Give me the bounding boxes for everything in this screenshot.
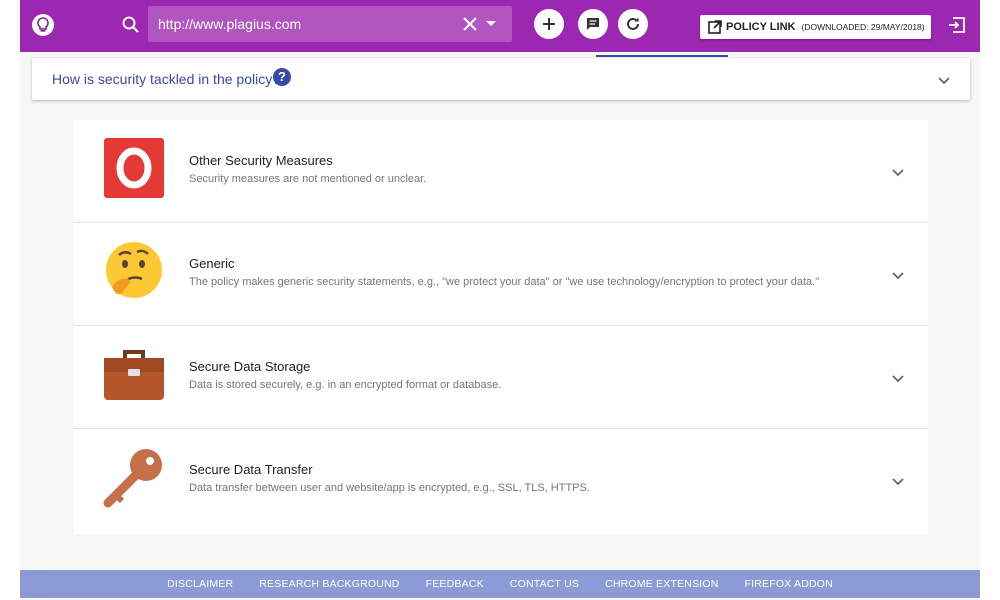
chevron-down-icon[interactable]	[892, 267, 904, 285]
footer-link-feedback[interactable]: FEEDBACK	[413, 578, 497, 590]
comment-icon	[587, 18, 599, 30]
key-icon	[102, 445, 166, 509]
top-bar: POLICY LINK (DOWNLOADED: 29/MAY/2018)	[20, 0, 980, 52]
item-description: Data is stored securely, e.g. in an encr…	[189, 379, 502, 391]
exit-icon[interactable]	[948, 16, 966, 34]
tab-indicator	[596, 55, 728, 57]
footer-bar: DISCLAIMER RESEARCH BACKGROUND FEEDBACK …	[20, 570, 980, 598]
list-item[interactable]: Secure Data Transfer Data transfer betwe…	[74, 429, 928, 532]
footer-link-chrome-extension[interactable]: CHROME EXTENSION	[592, 578, 731, 590]
chevron-down-icon[interactable]	[892, 473, 904, 491]
item-description: The policy makes generic security statem…	[189, 276, 820, 288]
help-icon[interactable]: ?	[273, 68, 291, 86]
item-description: Data transfer between user and website/a…	[189, 482, 590, 494]
footer-link-disclaimer[interactable]: DISCLAIMER	[154, 578, 246, 590]
item-description: Security measures are not mentioned or u…	[189, 173, 427, 185]
clear-icon[interactable]	[462, 16, 478, 32]
refresh-icon	[627, 17, 639, 30]
thinking-face-icon	[102, 239, 166, 303]
plus-icon	[543, 18, 555, 30]
question-panel[interactable]: How is security tackled in the policy? ?	[32, 58, 970, 100]
search-icon[interactable]	[121, 15, 141, 35]
item-title: Generic	[189, 256, 235, 271]
chevron-down-icon[interactable]	[938, 72, 950, 90]
chevron-down-icon[interactable]	[892, 164, 904, 182]
url-input[interactable]	[158, 6, 448, 42]
add-button[interactable]	[534, 9, 564, 39]
lightbulb-icon[interactable]	[32, 14, 54, 36]
question-text: How is security tackled in the policy?	[52, 71, 280, 87]
list-item[interactable]: Secure Data Storage Data is stored secur…	[74, 326, 928, 429]
url-search-box	[148, 6, 512, 42]
dropdown-arrow-icon[interactable]	[486, 21, 496, 26]
chevron-down-icon[interactable]	[892, 370, 904, 388]
downloaded-date: (DOWNLOADED: 29/MAY/2018)	[801, 22, 925, 32]
list-item[interactable]: Other Security Measures Security measure…	[74, 120, 928, 223]
refresh-button[interactable]	[618, 9, 648, 39]
item-title: Other Security Measures	[189, 153, 333, 168]
footer-link-contact-us[interactable]: CONTACT US	[497, 578, 592, 590]
item-title: Secure Data Storage	[189, 359, 311, 374]
red-o-icon	[102, 136, 166, 200]
item-title: Secure Data Transfer	[189, 462, 313, 477]
policy-link-button[interactable]: POLICY LINK (DOWNLOADED: 29/MAY/2018)	[700, 15, 931, 39]
policy-link-label: POLICY LINK	[726, 21, 796, 33]
list-item[interactable]: Generic The policy makes generic securit…	[74, 223, 928, 326]
comment-button[interactable]	[578, 9, 608, 39]
footer-link-research-background[interactable]: RESEARCH BACKGROUND	[246, 578, 412, 590]
open-in-new-icon	[708, 20, 722, 34]
footer-link-firefox-addon[interactable]: FIREFOX ADDON	[732, 578, 846, 590]
security-category-list: Other Security Measures Security measure…	[74, 120, 928, 534]
briefcase-icon	[102, 342, 166, 406]
